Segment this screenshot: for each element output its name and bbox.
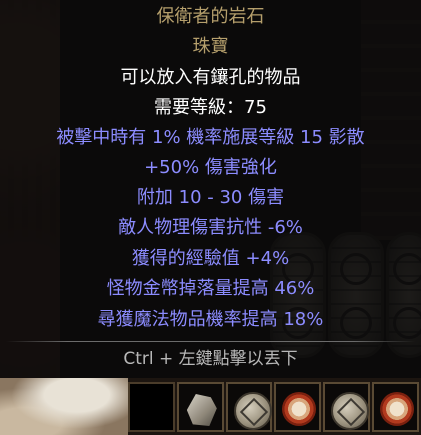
item-name: 保衛者的岩石: [156, 6, 265, 27]
belt-slot[interactable]: [225, 382, 273, 432]
belt-slot[interactable]: [323, 382, 371, 432]
drop-hint: Ctrl + 左鍵點擊以丟下: [123, 349, 298, 369]
red-scroll-icon: [380, 392, 415, 426]
belt-slot[interactable]: [372, 382, 419, 432]
rock-icon: [186, 394, 217, 426]
ground-snow: [0, 378, 128, 435]
belt-slot[interactable]: [274, 382, 322, 432]
item-tooltip: 保衛者的岩石 珠寶 可以放入有鑲孔的物品 需要等級：75 被擊中時有 1% 機率…: [0, 0, 421, 378]
rune-disc-icon: [331, 392, 370, 430]
item-mod: 敵人物理傷害抗性 -6%: [118, 217, 303, 238]
red-scroll-icon: [282, 392, 317, 426]
item-mod: +50% 傷害強化: [144, 157, 277, 178]
belt-slot-empty[interactable]: [128, 382, 175, 432]
item-requirement: 需要等級：75: [154, 97, 267, 118]
tooltip-divider: [6, 341, 415, 342]
rune-disc-icon: [233, 392, 272, 430]
item-mod: 被擊中時有 1% 機率施展等級 15 影散: [56, 127, 365, 148]
belt-slots: [128, 382, 421, 435]
item-mod: 尋獲魔法物品機率提高 18%: [97, 309, 324, 330]
item-mod: 獲得的經驗值 +4%: [131, 248, 290, 269]
item-description: 可以放入有鑲孔的物品: [120, 67, 301, 88]
item-type: 珠寶: [192, 36, 229, 57]
belt-slot[interactable]: [176, 382, 224, 432]
item-mod: 怪物金幣掉落量提高 46%: [106, 278, 315, 299]
item-mod: 附加 10 - 30 傷害: [136, 187, 285, 208]
